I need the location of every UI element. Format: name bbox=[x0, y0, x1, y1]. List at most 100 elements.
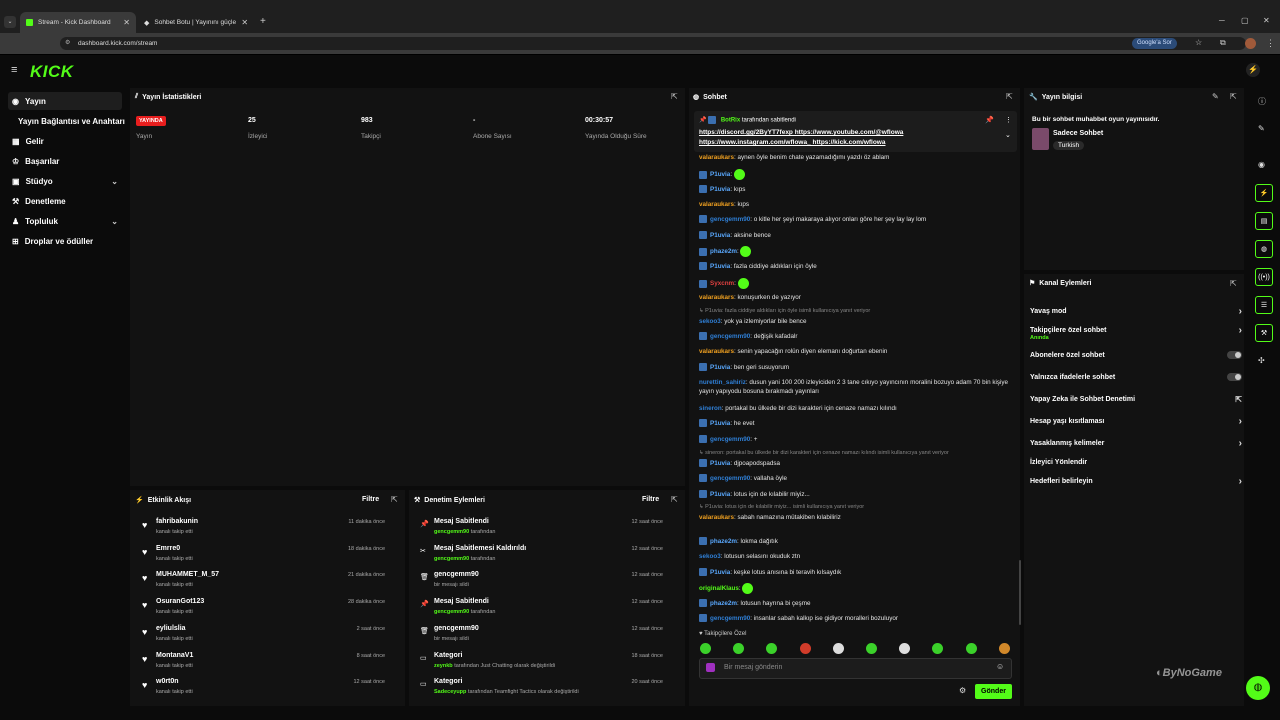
sidebar-item-studyo[interactable]: ▣ Stüdyo ⌄ bbox=[8, 172, 122, 190]
url-field[interactable]: ⚙ dashboard.kick.com/stream bbox=[60, 37, 1246, 50]
moderation-item[interactable]: ▭ Kategori zeynkb tarafından Just Chatting… bbox=[414, 650, 669, 676]
chat-message[interactable]: P1uvia: he evet bbox=[699, 419, 1011, 428]
popout-icon[interactable]: ⇱ bbox=[671, 495, 678, 504]
close-tab-icon[interactable]: ✕ bbox=[241, 18, 248, 27]
extensions-icon[interactable]: ⧉ bbox=[1220, 38, 1226, 48]
chat-username[interactable]: sekoo3 bbox=[699, 318, 721, 325]
edit-icon[interactable]: ✎ bbox=[1212, 92, 1219, 101]
chat-message[interactable]: valaraukars: konuşurken de yazıyor bbox=[699, 293, 1011, 302]
sidebar-item-gelir[interactable]: ▦ Gelir bbox=[8, 132, 122, 150]
quick-action-list[interactable]: ☰ bbox=[1255, 296, 1273, 314]
chat-username[interactable]: P1uvia bbox=[710, 263, 730, 270]
chat-message[interactable]: sineron: portakal bu ülkede bir dizi kar… bbox=[699, 404, 1011, 413]
toggle-switch[interactable] bbox=[1227, 373, 1242, 381]
sidebar-item-denetleme[interactable]: ⚒ Denetleme bbox=[8, 192, 122, 210]
emote-icon[interactable] bbox=[733, 643, 744, 654]
moderation-item[interactable]: 📌 Mesaj Sabitlendi gencgemm90 tarafından 12… bbox=[414, 516, 669, 542]
emote-icon[interactable] bbox=[766, 643, 777, 654]
activity-user[interactable]: w0rt0n bbox=[156, 678, 179, 685]
moderation-user[interactable]: gencgemm90 bbox=[434, 556, 469, 562]
chat-message[interactable]: gencgemm90: o kitle her şeyi makaraya al… bbox=[699, 215, 1011, 224]
chat-scrollbar[interactable] bbox=[1019, 560, 1021, 625]
channel-action-item[interactable]: Yalnızca ifadelerle sohbet bbox=[1030, 371, 1242, 383]
emote-icon[interactable] bbox=[866, 643, 877, 654]
moderation-filter-button[interactable]: Filtre bbox=[642, 496, 659, 503]
chat-message[interactable]: P1uvia: kıps bbox=[699, 185, 1011, 194]
chat-username[interactable]: P1uvia bbox=[710, 232, 730, 239]
chat-username[interactable]: gencgemm90 bbox=[710, 475, 750, 482]
channel-action-item[interactable]: Yasaklanmış kelimeler › bbox=[1030, 437, 1242, 449]
activity-user[interactable]: fahribakunin bbox=[156, 518, 198, 525]
channel-action-item[interactable]: İzleyici Yönlendir bbox=[1030, 456, 1242, 468]
sidebar-item-topluluk[interactable]: ♟ Topluluk ⌄ bbox=[8, 212, 122, 230]
activity-user[interactable]: Emrre0 bbox=[156, 545, 180, 552]
sidebar-item-stream-key[interactable]: Yayın Bağlantısı ve Anahtarı bbox=[14, 112, 134, 130]
channel-action-item[interactable]: Yavaş mod › bbox=[1030, 305, 1242, 317]
emote-icon[interactable] bbox=[932, 643, 943, 654]
chat-message[interactable]: sekoo3: lotusun selasını okuduk ztn bbox=[699, 552, 1011, 561]
moderation-item[interactable]: 🗑 gencgemm90 bir mesajı sildi 12 saat önce bbox=[414, 623, 669, 649]
chat-username[interactable]: Syxcnm bbox=[710, 280, 734, 287]
activity-user[interactable]: OsuranGot123 bbox=[156, 598, 204, 605]
emote-icon[interactable] bbox=[999, 643, 1010, 654]
chat-username[interactable]: gencgemm90 bbox=[710, 615, 750, 622]
chat-message[interactable]: gencgemm90: insanlar sabah kalkıp ise gi… bbox=[699, 614, 1011, 623]
emote-icon[interactable] bbox=[700, 643, 711, 654]
popout-icon[interactable]: ⇱ bbox=[1006, 92, 1013, 101]
chat-username[interactable]: valaraukars bbox=[699, 514, 734, 521]
moderation-user[interactable]: gencgemm90 bbox=[434, 609, 469, 615]
chat-message[interactable]: Syxcnm: bbox=[699, 278, 1011, 289]
chat-message[interactable]: gencgemm90: değişik kafadalr bbox=[699, 332, 1011, 341]
chat-message[interactable]: valaraukars: sabah namazına mütakiben kı… bbox=[699, 513, 1011, 522]
sidebar-item-droplar[interactable]: ⊞ Droplar ve ödüller bbox=[8, 232, 122, 250]
chat-username[interactable]: gencgemm90 bbox=[710, 216, 750, 223]
activity-user[interactable]: MontanaV1 bbox=[156, 652, 193, 659]
activity-user[interactable]: MUHAMMET_M_57 bbox=[156, 571, 219, 578]
sidebar-item-yayin[interactable]: ◉ Yayın bbox=[8, 92, 122, 110]
kick-logo[interactable]: KICK bbox=[30, 62, 74, 82]
maximize-icon[interactable]: ▢ bbox=[1241, 16, 1249, 25]
popout-icon[interactable]: ⇱ bbox=[1230, 279, 1237, 288]
activity-filter-button[interactable]: Filtre bbox=[362, 496, 379, 503]
chat-message[interactable]: P1uvia: bbox=[699, 169, 1011, 180]
chat-message[interactable]: P1uvia: keşke lotus anısına bi teravih k… bbox=[699, 568, 1011, 577]
chat-message[interactable]: valaraukars: aynen öyle benim chate yaza… bbox=[699, 153, 1011, 162]
tab-menu-button[interactable]: ⌄ bbox=[4, 16, 16, 28]
unpin-icon[interactable]: 📌 bbox=[985, 116, 994, 124]
channel-action-item[interactable]: Takipçilere özel sohbet Anında › bbox=[1030, 324, 1242, 342]
emote-icon[interactable] bbox=[833, 643, 844, 654]
chat-username[interactable]: originalKlaus bbox=[699, 585, 739, 592]
chat-username[interactable]: nurettin_sahiriz bbox=[699, 379, 746, 386]
bookmark-star-icon[interactable]: ☆ bbox=[1195, 38, 1202, 47]
chat-username[interactable]: valaraukars bbox=[699, 201, 734, 208]
activity-user[interactable]: eyliulslia bbox=[156, 625, 186, 632]
chat-message[interactable]: phaze2m: lotusun hayrına bi çeşme bbox=[699, 599, 1011, 608]
quick-action-notes[interactable]: ▤ bbox=[1255, 212, 1273, 230]
info-icon[interactable]: ⓘ bbox=[1258, 96, 1266, 107]
activity-item[interactable]: ♥ w0rt0n kanalı takip etti 12 saat önce bbox=[136, 676, 391, 702]
channel-action-item[interactable]: Yapay Zeka ile Sohbet Denetimi ⇱ bbox=[1030, 393, 1242, 405]
moderation-item[interactable]: ✂ Mesaj Sabitlemesi Kaldırıldı gencgemm90 … bbox=[414, 543, 669, 569]
browser-menu-icon[interactable]: ⋮ bbox=[1266, 38, 1275, 49]
chat-username[interactable]: phaze2m bbox=[710, 600, 737, 607]
hamburger-menu-icon[interactable]: ≡ bbox=[11, 64, 17, 76]
sidebar-item-basarilar[interactable]: ♔ Başarılar bbox=[8, 152, 122, 170]
channel-action-item[interactable]: Hedefleri belirleyin › bbox=[1030, 475, 1242, 487]
chat-message[interactable]: sekoo3: yok ya izlemiyorlar bile bence bbox=[699, 317, 1011, 326]
activity-item[interactable]: ♥ eyliulslia kanalı takip etti 2 saat önce bbox=[136, 623, 391, 649]
chat-message[interactable]: P1uvia: fazla ciddiye aldıkları için öyl… bbox=[699, 262, 1011, 271]
minimize-icon[interactable]: ─ bbox=[1219, 16, 1225, 25]
user-avatar[interactable]: ⚡ bbox=[1246, 63, 1260, 77]
new-tab-button[interactable]: + bbox=[260, 16, 266, 27]
chat-message[interactable]: nurettin_sahiriz: dusun yani 100 200 izl… bbox=[699, 378, 1011, 396]
chat-message[interactable]: P1uvia: aksine bence bbox=[699, 231, 1011, 240]
activity-item[interactable]: ♥ MUHAMMET_M_57 kanalı takip etti 21 dakika… bbox=[136, 569, 391, 595]
apps-icon[interactable]: ✣ bbox=[1258, 356, 1265, 365]
chat-message[interactable]: valaraukars: senin yapacağın rolün diyen… bbox=[699, 347, 1011, 356]
emote-icon[interactable] bbox=[800, 643, 811, 654]
chat-message[interactable]: P1uvia: lotus için de kılabilir miyiz... bbox=[699, 490, 1011, 499]
help-chat-button[interactable]: ◍ bbox=[1246, 676, 1270, 700]
chat-message[interactable]: valaraukars: kıps bbox=[699, 200, 1011, 209]
channel-action-item[interactable]: Abonelere özel sohbet bbox=[1030, 349, 1242, 361]
close-window-icon[interactable]: ✕ bbox=[1263, 16, 1270, 25]
